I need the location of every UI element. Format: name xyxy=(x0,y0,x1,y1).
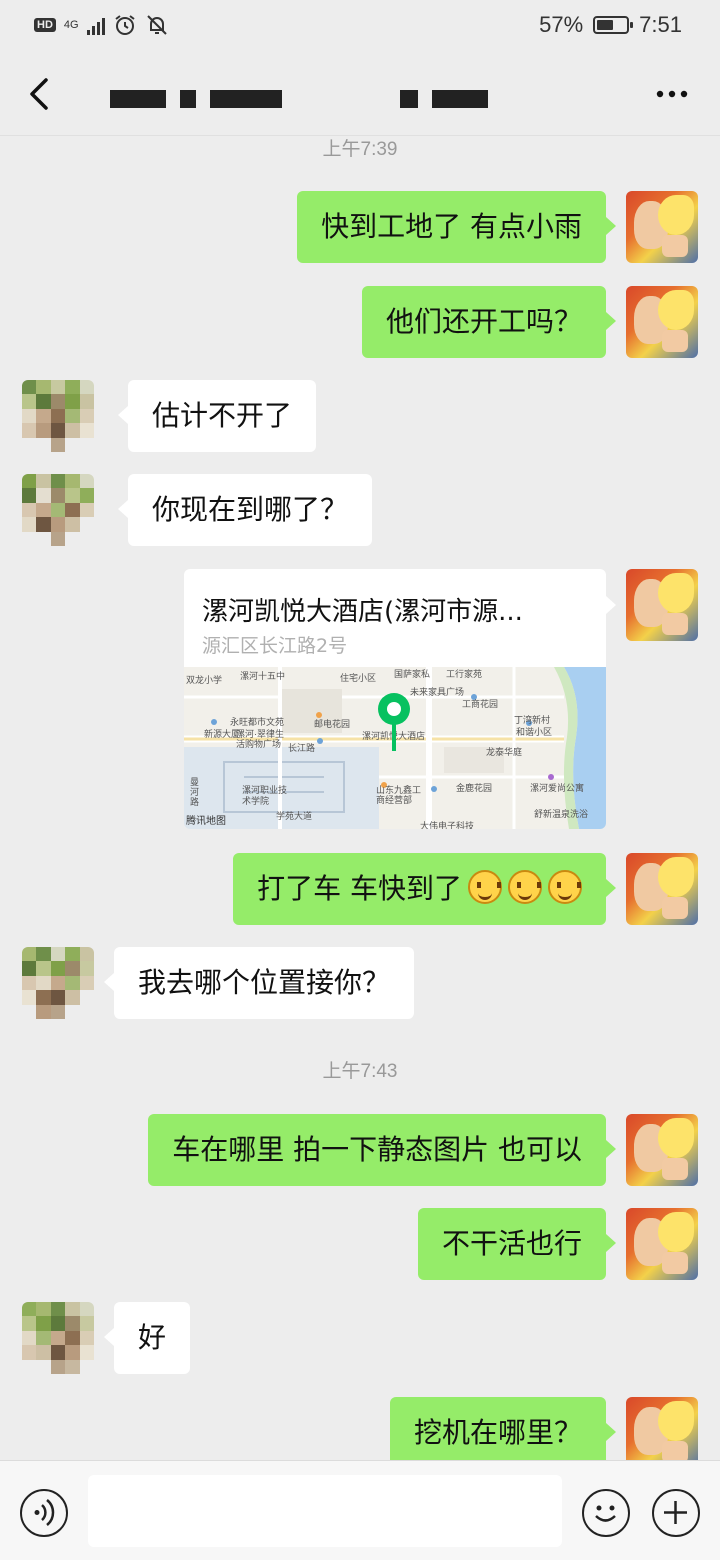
message-bubble-sent[interactable]: 他们还开工吗？ xyxy=(361,286,617,358)
timestamp: 上午7:39 xyxy=(322,139,398,160)
network-type: 4G xyxy=(63,19,79,31)
avatar-me[interactable] xyxy=(626,1114,698,1186)
alarm-icon xyxy=(114,15,135,35)
map-label: 未来家具广场 xyxy=(410,687,465,697)
map-label: 和谐小区 xyxy=(516,727,553,737)
avatar-contact[interactable] xyxy=(22,1302,94,1374)
emoji-icon[interactable] xyxy=(582,1489,630,1537)
location-address: 源汇区长江路2号 xyxy=(202,635,348,657)
map-label: 金鹿花园 xyxy=(456,783,493,793)
battery-icon xyxy=(593,16,634,34)
battery-fill xyxy=(597,20,614,30)
map-label: 漯河十五中 xyxy=(240,671,286,681)
location-card[interactable]: 漯河凯悦大酒店(漯河市源... 源汇区长江路2号 双龙小学 漯河十五中 住宅小区… xyxy=(184,569,606,829)
voice-icon[interactable] xyxy=(20,1489,68,1537)
avatar-me[interactable] xyxy=(626,1397,698,1469)
smile-emoji-icon xyxy=(548,870,582,904)
timestamp: 上午7:43 xyxy=(322,1061,398,1082)
location-pin-icon xyxy=(378,693,410,751)
message-bubble-received[interactable]: 估计不开了 xyxy=(117,380,317,452)
location-title: 漯河凯悦大酒店(漯河市源... xyxy=(202,597,523,627)
message-bubble-sent[interactable]: 不干活也行 xyxy=(417,1208,617,1280)
map-label: 学苑大道 xyxy=(276,811,313,821)
map-label: 舒新温泉洗浴 xyxy=(534,809,589,819)
map-label: 龙泰华庭 xyxy=(486,747,523,757)
input-bar xyxy=(0,1460,720,1560)
map-label: 大伟电子科技 xyxy=(420,821,475,829)
message-bubble-received[interactable]: 好 xyxy=(103,1302,191,1374)
message-bubble-sent[interactable]: 挖机在哪里？ xyxy=(389,1397,617,1469)
map-label: 漯河爱尚公寓 xyxy=(530,783,585,793)
map-label: 工商花园 xyxy=(462,699,499,709)
avatar-me[interactable] xyxy=(626,853,698,925)
map-label: 邮电花园 xyxy=(314,719,351,729)
status-bar: HD 4G 57% 7:51 xyxy=(0,0,720,52)
map-provider-logo: 腾讯地图 xyxy=(186,816,226,827)
plus-icon[interactable] xyxy=(652,1489,700,1537)
map-label: 长江路 xyxy=(288,743,316,753)
message-input[interactable] xyxy=(88,1475,562,1547)
avatar-me[interactable] xyxy=(626,569,698,641)
hd-icon: HD xyxy=(34,18,56,32)
avatar-me[interactable] xyxy=(626,191,698,263)
map-label: 住宅小区 xyxy=(340,673,377,683)
smile-emoji-icon xyxy=(508,870,542,904)
location-card-tail xyxy=(606,596,616,614)
more-dots-icon[interactable] xyxy=(654,84,690,104)
message-bubble-sent[interactable]: 快到工地了 有点小雨 xyxy=(297,191,616,263)
map-label: 工行家苑 xyxy=(446,669,483,679)
message-bubble-received[interactable]: 我去哪个位置接你？ xyxy=(103,947,415,1019)
status-right: 57% 7:51 xyxy=(539,10,682,40)
chevron-left-icon[interactable] xyxy=(22,72,62,116)
avatar-me[interactable] xyxy=(626,1208,698,1280)
obscured-contact-name xyxy=(110,90,488,110)
avatar-contact[interactable] xyxy=(22,947,94,1019)
battery-percent: 57% xyxy=(539,12,584,37)
signal-icon xyxy=(86,15,105,35)
avatar-contact[interactable] xyxy=(22,380,94,452)
avatar-contact[interactable] xyxy=(22,474,94,546)
message-bubble-received[interactable]: 你现在到哪了？ xyxy=(117,474,373,546)
map-label: 双龙小学 xyxy=(186,675,223,685)
message-bubble-sent[interactable]: 车在哪里 拍一下静态图片 也可以 xyxy=(148,1114,616,1186)
status-left: HD 4G xyxy=(34,12,169,38)
map-label: 新源大厦 xyxy=(204,729,241,739)
map-label: 山东九鑫工商经营部 xyxy=(376,785,422,805)
message-bubble-sent[interactable]: 打了车 车快到了 xyxy=(233,853,616,925)
chat-header xyxy=(0,52,720,136)
smile-emoji-icon xyxy=(468,870,502,904)
map-label: 国萨家私 xyxy=(394,669,431,679)
status-time: 7:51 xyxy=(639,12,682,37)
message-text: 打了车 车快到了 xyxy=(257,872,462,905)
map-label: 漯河职业技术学院 xyxy=(242,785,288,806)
location-map[interactable]: 双龙小学 漯河十五中 住宅小区 国萨家私 工行家苑 未来家具广场 工商花园 永旺… xyxy=(184,667,606,829)
map-label: 漯河·翠律生活购物广场 xyxy=(236,729,284,749)
map-label: 曼河路 xyxy=(190,777,200,807)
mute-bell-icon xyxy=(146,15,167,35)
avatar-me[interactable] xyxy=(626,286,698,358)
